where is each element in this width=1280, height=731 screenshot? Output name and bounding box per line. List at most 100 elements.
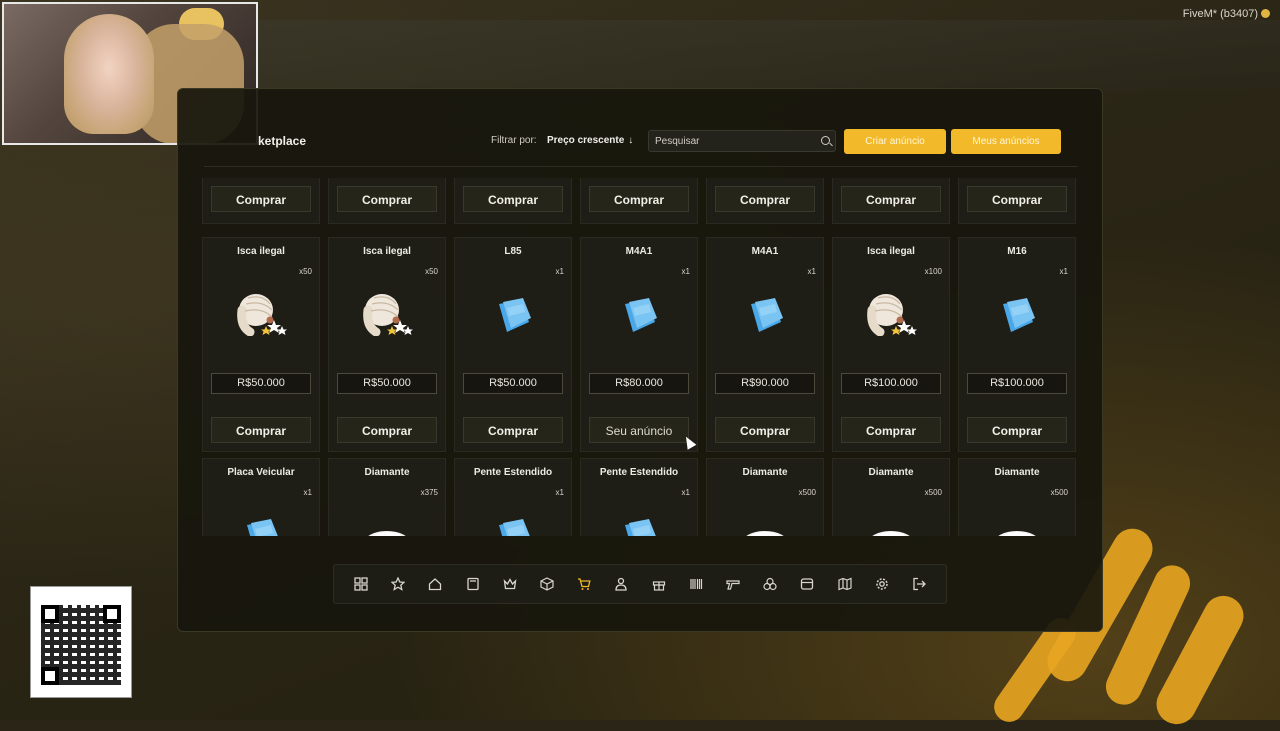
gear-icon[interactable] [875,577,889,591]
item-price: R$80.000 [589,373,689,394]
item-quantity: x500 [798,488,816,497]
buy-button[interactable]: Comprar [337,417,437,443]
diamond-icon [740,523,790,536]
item-quantity: x1 [681,267,690,276]
map-icon[interactable] [837,577,852,591]
item-quantity: x50 [299,267,312,276]
item-name: Diamante [364,467,410,478]
listing-card: L85 x1 R$50.000 Comprar [454,237,572,452]
buy-button[interactable]: Comprar [715,417,815,443]
item-quantity: x100 [924,267,942,276]
page-title: ketplace [258,134,307,148]
listing-card: M4A1 x1 R$80.000 Seu anúncio [580,237,698,452]
buy-button[interactable]: Comprar [841,186,941,212]
item-name: Isca ilegal [867,246,915,257]
item-quantity: x1 [1059,267,1068,276]
barcode-icon[interactable] [689,577,703,591]
item-name: Diamante [868,467,914,478]
bottom-nav-bar [333,564,947,604]
listing-card: Pente Estendido x1 [580,458,698,536]
listing-card: Comprar [832,178,950,224]
item-price: R$50.000 [211,373,311,394]
search-input[interactable] [649,131,821,152]
listing-card: M4A1 x1 R$90.000 Comprar [706,237,824,452]
logout-icon[interactable] [912,577,926,591]
qr-finder [103,605,121,623]
arrow-down-icon: ↓ [628,135,634,146]
larva-icon [864,290,918,337]
gift-icon[interactable] [652,577,666,591]
weapon-paper-icon [619,296,659,336]
fivem-logo-icon [1261,9,1270,18]
item-name: M16 [1007,246,1027,257]
recycle-icon[interactable] [763,577,777,591]
buy-button[interactable]: Comprar [211,417,311,443]
search-icon[interactable] [821,136,830,145]
item-name: L85 [504,246,522,257]
item-price: R$90.000 [715,373,815,394]
listing-card: Comprar [706,178,824,224]
item-name: M4A1 [751,246,779,257]
box-icon[interactable] [540,577,554,591]
larva-icon [234,290,288,337]
weapon-paper-icon [997,296,1037,336]
diamond-icon [992,523,1042,536]
your-ad-button[interactable]: Seu anúncio [589,417,689,443]
item-quantity: x1 [807,267,816,276]
listing-card: Diamante x500 [832,458,950,536]
listing-card: Comprar [580,178,698,224]
listing-card: Diamante x500 [706,458,824,536]
buy-button[interactable]: Comprar [211,186,311,212]
buy-button[interactable]: Comprar [463,186,563,212]
item-name: Diamante [994,467,1040,478]
weapon-icon[interactable] [726,577,740,591]
grid-icon[interactable] [354,577,368,591]
item-quantity: x375 [420,488,438,497]
listing-card: Comprar [454,178,572,224]
item-name: Placa Veicular [227,467,295,478]
item-name: Pente Estendido [473,467,553,478]
item-quantity: x500 [924,488,942,497]
item-quantity: x50 [425,267,438,276]
diamond-icon [362,523,412,536]
diamond-icon [866,523,916,536]
listing-card: Diamante x375 [328,458,446,536]
weapon-paper-icon [745,296,785,336]
buy-button[interactable]: Comprar [589,186,689,212]
buy-button[interactable]: Comprar [967,417,1067,443]
home-icon[interactable] [428,577,442,591]
blue-item-icon [241,517,281,536]
item-price: R$100.000 [841,373,941,394]
item-price: R$50.000 [463,373,563,394]
item-name: M4A1 [625,246,653,257]
item-quantity: x1 [681,488,690,497]
filter-value-text: Preço crescente [547,135,625,146]
item-quantity: x1 [303,488,312,497]
my-ads-button[interactable]: Meus anúncios [951,129,1061,154]
cart-icon[interactable] [577,577,591,591]
save-icon[interactable] [466,577,480,591]
listing-card: Pente Estendido x1 [454,458,572,536]
item-quantity: x1 [555,267,564,276]
fivem-label-text: FiveM* (b3407) [1182,8,1258,20]
item-name: Isca ilegal [363,246,411,257]
item-quantity: x1 [555,488,564,497]
create-ad-button[interactable]: Criar anúncio [844,129,946,154]
qr-code [30,586,132,698]
listing-card: Isca ilegal x50 R$50.000 Comprar [202,237,320,452]
blue-item-icon [619,517,659,536]
user-icon[interactable] [614,577,628,591]
buy-button[interactable]: Comprar [337,186,437,212]
star-icon[interactable] [390,576,406,591]
larva-icon [360,290,414,337]
buy-button[interactable]: Comprar [715,186,815,212]
crown-icon[interactable] [503,577,517,591]
filter-dropdown[interactable]: Preço crescente ↓ [547,135,633,146]
storage-icon[interactable] [800,577,814,591]
fivem-build-label: FiveM* (b3407) [1183,8,1270,20]
buy-button[interactable]: Comprar [841,417,941,443]
item-price: R$50.000 [337,373,437,394]
buy-button[interactable]: Comprar [463,417,563,443]
listing-card: Isca ilegal x100 R$100.000 Comprar [832,237,950,452]
buy-button[interactable]: Comprar [967,186,1067,212]
